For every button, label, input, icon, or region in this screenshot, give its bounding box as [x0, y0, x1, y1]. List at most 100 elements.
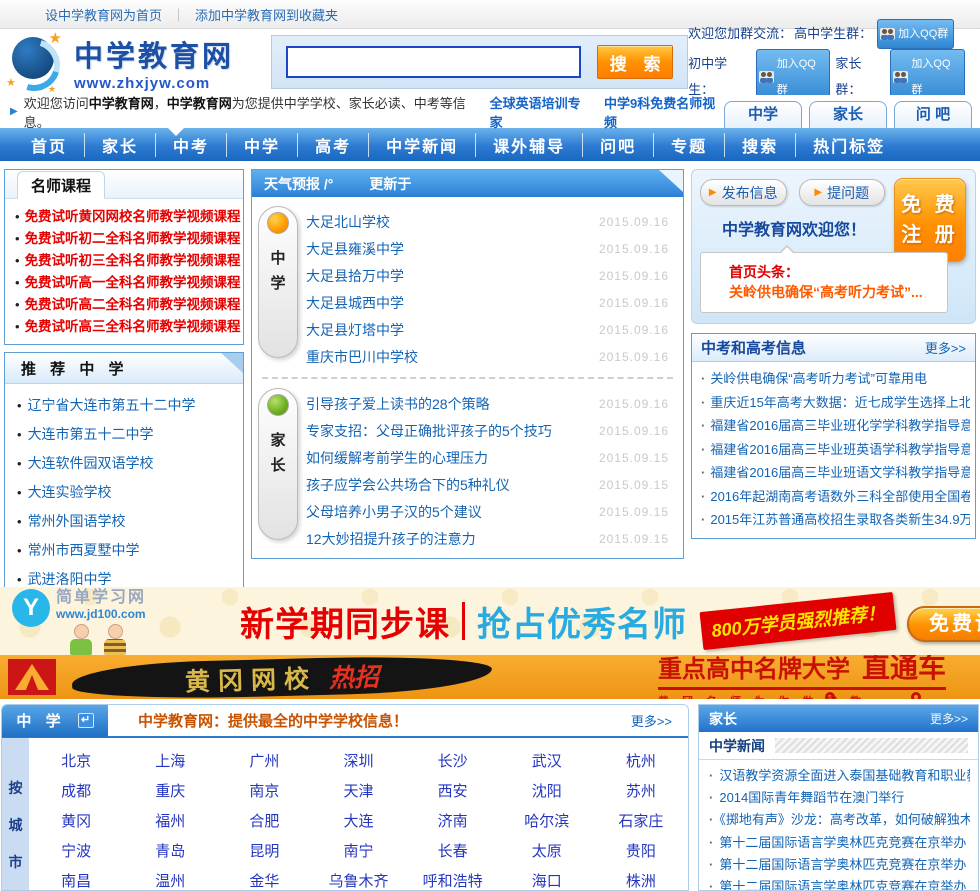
huanggang-ad-banner[interactable]: 黄冈网校 热招 重点高中名牌大学 直通车 黄冈名师为你做家教: [0, 655, 980, 699]
ask-question-button[interactable]: ▶ 提问题: [798, 179, 885, 206]
city-link[interactable]: 海口: [532, 870, 562, 891]
nav-item[interactable]: 高考: [298, 132, 370, 157]
news-link[interactable]: 福建省2016届高三毕业班化学学科教学指导意: [710, 418, 970, 433]
city-link[interactable]: 西安: [438, 780, 468, 801]
city-link[interactable]: 温州: [155, 870, 185, 891]
course-link[interactable]: 免费试听黄冈网校名师教学视频课程: [25, 209, 241, 224]
quick-tab[interactable]: 问 吧: [894, 101, 972, 128]
free-video-link[interactable]: 中学9科免费名师视频: [604, 93, 724, 131]
news-link[interactable]: 福建省2016届高三毕业班英语学科教学指导意: [710, 442, 970, 457]
school-link[interactable]: 常州市西夏墅中学: [28, 542, 140, 558]
city-link[interactable]: 南京: [249, 780, 279, 801]
city-link[interactable]: 重庆: [155, 780, 185, 801]
city-link[interactable]: 长沙: [438, 750, 468, 771]
teacher-courses-title[interactable]: 名师课程: [17, 171, 106, 199]
city-link[interactable]: 昆明: [249, 840, 279, 861]
search-input[interactable]: [286, 46, 582, 78]
article-link[interactable]: 如何缓解考前学生的心理压力: [306, 448, 599, 468]
school-link[interactable]: 大连市第五十二中学: [28, 426, 154, 442]
news-link[interactable]: 重庆近15年高考大数据：近七成学生选择上北: [710, 395, 970, 410]
news-link[interactable]: 关岭供电确保“高考听力考试”可靠用电: [710, 371, 927, 386]
tab-middle-school[interactable]: 中 学: [2, 705, 108, 737]
city-link[interactable]: 金华: [249, 870, 279, 891]
article-link[interactable]: 专家支招：父母正确批评孩子的5个技巧: [306, 421, 599, 441]
news-link[interactable]: 2014国际青年舞蹈节在澳门举行: [719, 790, 904, 805]
jd100-ad-banner[interactable]: Y 简单学习网 www.jd100.com 新学期同步课 抢占优秀名师 800万…: [0, 587, 980, 655]
article-link[interactable]: 大足县城西中学: [306, 293, 599, 313]
course-link[interactable]: 免费试听高三全科名师教学视频课程: [25, 319, 241, 334]
headline-link[interactable]: 关岭供电确保“高考听力考试”...: [729, 284, 923, 300]
city-link[interactable]: 南昌: [61, 870, 91, 891]
news-link[interactable]: 2016年起湖南高考语数外三科全部使用全国卷: [710, 489, 970, 504]
quick-tab[interactable]: 家长: [809, 101, 887, 128]
city-link[interactable]: 黄冈: [61, 810, 91, 831]
set-home-link[interactable]: 设中学教育网为首页: [45, 5, 162, 24]
search-button[interactable]: 搜 索: [597, 45, 674, 79]
article-link[interactable]: 12大妙招提升孩子的注意力: [306, 529, 599, 549]
course-link[interactable]: 免费试听初三全科名师教学视频课程: [25, 253, 241, 268]
article-link[interactable]: 大足县雍溪中学: [306, 239, 599, 259]
schools-more-link[interactable]: 更多>>: [631, 711, 672, 730]
city-link[interactable]: 杭州: [626, 750, 656, 771]
news-link[interactable]: 汉语教学资源全面进入泰国基础教育和职业教: [719, 768, 970, 783]
join-qq-button[interactable]: 加入QQ群: [877, 19, 955, 49]
city-link[interactable]: 成都: [61, 780, 91, 801]
course-link[interactable]: 免费试听初二全科名师教学视频课程: [25, 231, 241, 246]
city-link[interactable]: 福州: [155, 810, 185, 831]
city-link[interactable]: 深圳: [343, 750, 373, 771]
city-link[interactable]: 大连: [343, 810, 373, 831]
city-link[interactable]: 苏州: [626, 780, 656, 801]
city-link[interactable]: 上海: [155, 750, 185, 771]
site-logo[interactable]: ★ ★ ★ 中学教育网 www.zhxjyw.com: [0, 29, 271, 101]
city-link[interactable]: 青岛: [155, 840, 185, 861]
city-link[interactable]: 合肥: [249, 810, 279, 831]
nav-item[interactable]: 热门标签: [796, 133, 902, 157]
english-training-link[interactable]: 全球英语培训专家: [490, 93, 590, 131]
article-link[interactable]: 重庆市巴川中学校: [306, 347, 599, 367]
city-link[interactable]: 哈尔滨: [524, 810, 569, 831]
free-trial-button[interactable]: 免费试听: [907, 605, 980, 642]
school-link[interactable]: 常州外国语学校: [28, 513, 126, 529]
article-link[interactable]: 大足县拾万中学: [306, 266, 599, 286]
tab-parent[interactable]: 家长: [258, 388, 298, 540]
city-link[interactable]: 乌鲁木齐: [328, 870, 388, 891]
school-link[interactable]: 武进洛阳中学: [28, 571, 112, 587]
nav-item[interactable]: 家长: [85, 132, 157, 157]
course-link[interactable]: 免费试听高二全科名师教学视频课程: [25, 297, 241, 312]
news-link[interactable]: 第十二届国际语言学奥林匹克竞赛在京举办: [719, 857, 966, 872]
city-link[interactable]: 天津: [343, 780, 373, 801]
school-link[interactable]: 大连实验学校: [28, 484, 112, 500]
nav-item[interactable]: 首页: [14, 132, 86, 157]
nav-item[interactable]: 课外辅导: [476, 132, 584, 157]
article-link[interactable]: 引导孩子爱上读书的28个策略: [306, 394, 599, 414]
quick-tab[interactable]: 中学: [724, 101, 802, 128]
nav-item[interactable]: 搜索: [725, 132, 797, 157]
news-link[interactable]: 《掷地有声》沙龙：高考改革，如何破解独木: [719, 812, 970, 827]
article-link[interactable]: 大足北山学校: [306, 212, 599, 232]
nav-item[interactable]: 问吧: [583, 132, 655, 157]
course-link[interactable]: 免费试听高一全科名师教学视频课程: [25, 275, 241, 290]
nav-item[interactable]: 中学新闻: [369, 132, 477, 157]
news-link[interactable]: 2015年江苏普通高校招生录取各类新生34.9万: [710, 512, 970, 527]
article-link[interactable]: 父母培养小男子汉的5个建议: [306, 502, 599, 522]
publish-info-button[interactable]: ▶ 发布信息: [700, 179, 787, 206]
article-link[interactable]: 大足县灯塔中学: [306, 320, 599, 340]
city-link[interactable]: 宁波: [61, 840, 91, 861]
parent-more-link[interactable]: 更多>>: [930, 710, 968, 727]
city-link[interactable]: 贵阳: [626, 840, 656, 861]
city-link[interactable]: 南宁: [343, 840, 373, 861]
nav-item[interactable]: 专题: [654, 132, 726, 157]
city-link[interactable]: 济南: [438, 810, 468, 831]
nav-item[interactable]: 中学: [227, 132, 299, 157]
news-link[interactable]: 第十二届国际语言学奥林匹克竞赛在京举办: [719, 879, 966, 890]
city-link[interactable]: 长春: [438, 840, 468, 861]
exam-info-more-link[interactable]: 更多>>: [925, 338, 966, 357]
city-link[interactable]: 呼和浩特: [423, 870, 483, 891]
city-link[interactable]: 株洲: [626, 870, 656, 891]
article-link[interactable]: 孩子应学会公共场合下的5种礼仪: [306, 475, 599, 495]
tab-school[interactable]: 中学: [258, 206, 298, 358]
news-link[interactable]: 第十二届国际语言学奥林匹克竞赛在京举办: [719, 835, 966, 850]
nav-item[interactable]: 中考: [156, 132, 228, 157]
city-link[interactable]: 沈阳: [532, 780, 562, 801]
school-link[interactable]: 辽宁省大连市第五十二中学: [28, 397, 196, 413]
